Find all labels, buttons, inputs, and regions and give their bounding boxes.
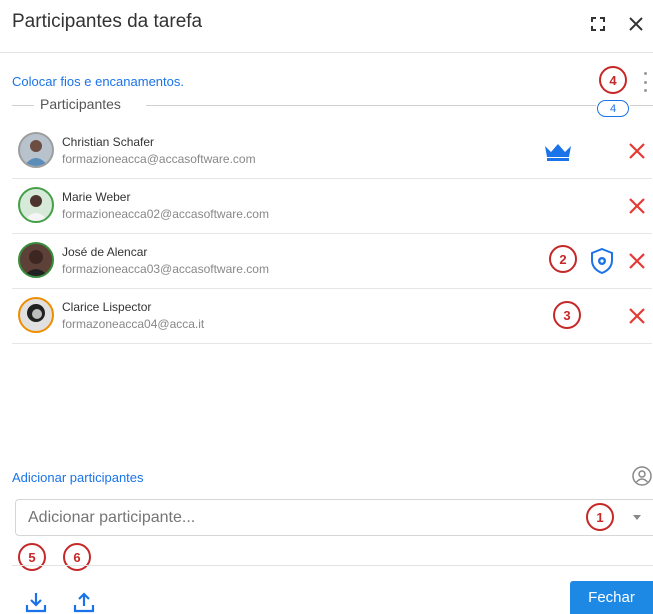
participant-name: Clarice Lispector <box>62 300 152 314</box>
marker-2: 2 <box>549 245 577 273</box>
dialog-header: Participantes da tarefa <box>0 0 653 53</box>
participants-count-badge: 4 <box>597 100 629 117</box>
participant-email: formazioneacca02@accasoftware.com <box>62 207 269 221</box>
download-icon[interactable] <box>24 590 48 614</box>
admin-shield-icon[interactable] <box>590 248 614 274</box>
participant-name: José de Alencar <box>62 245 148 259</box>
more-options-icon[interactable] <box>640 70 650 94</box>
remove-participant-icon[interactable] <box>627 141 647 161</box>
marker-6: 6 <box>63 543 91 571</box>
marker-5: 5 <box>18 543 46 571</box>
participants-section-label: Participantes <box>36 96 125 112</box>
crown-icon <box>545 144 571 161</box>
marker-1: 1 <box>586 503 614 531</box>
avatar <box>18 187 54 223</box>
marker-4: 4 <box>599 66 627 94</box>
user-icon[interactable] <box>632 466 652 486</box>
close-button[interactable]: Fechar <box>570 581 653 614</box>
add-participant-input[interactable] <box>15 499 653 536</box>
remove-participant-icon[interactable] <box>627 306 647 326</box>
section-divider-left <box>12 105 34 106</box>
avatar <box>18 242 54 278</box>
participant-email: formazoneacca04@acca.it <box>62 317 205 331</box>
participants-list: Christian Schafer formazioneacca@accasof… <box>12 124 652 344</box>
dialog-title: Participantes da tarefa <box>12 11 203 32</box>
add-participants-label[interactable]: Adicionar participantes <box>12 470 144 485</box>
participant-email: formazioneacca@accasoftware.com <box>62 152 256 166</box>
dropdown-caret-icon[interactable] <box>633 515 641 520</box>
participant-row: Clarice Lispector formazoneacca04@acca.i… <box>12 289 652 344</box>
section-divider-middle <box>146 105 596 106</box>
participant-row: Christian Schafer formazioneacca@accasof… <box>12 124 652 179</box>
remove-participant-icon[interactable] <box>627 251 647 271</box>
avatar <box>18 297 54 333</box>
footer-divider <box>12 565 653 566</box>
task-name-link[interactable]: Colocar fios e encanamentos. <box>12 74 184 89</box>
remove-participant-icon[interactable] <box>627 196 647 216</box>
avatar <box>18 132 54 168</box>
marker-3: 3 <box>553 301 581 329</box>
participant-row: José de Alencar formazioneacca03@accasof… <box>12 234 652 289</box>
participant-name: Christian Schafer <box>62 135 155 149</box>
section-divider-right <box>630 105 653 106</box>
upload-icon[interactable] <box>72 590 96 614</box>
close-icon[interactable] <box>624 12 648 36</box>
participant-email: formazioneacca03@accasoftware.com <box>62 262 269 276</box>
participant-row: Marie Weber formazioneacca02@accasoftwar… <box>12 179 652 234</box>
participant-name: Marie Weber <box>62 190 131 204</box>
fullscreen-icon[interactable] <box>586 12 610 36</box>
